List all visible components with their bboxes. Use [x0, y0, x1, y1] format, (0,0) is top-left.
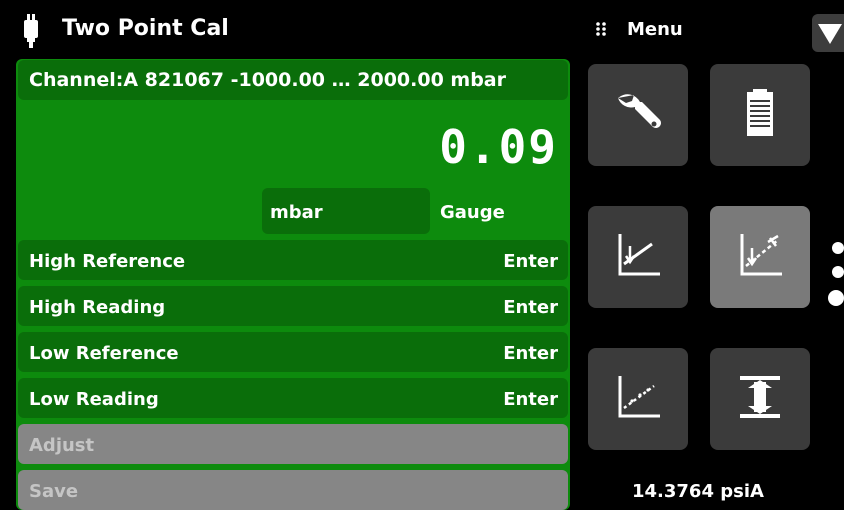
zero-adjust-tile[interactable]: [588, 206, 688, 308]
wrench-icon: [618, 94, 661, 128]
channel-info[interactable]: Channel:A 821067 -1000.00 … 2000.00 mbar: [18, 60, 568, 100]
row-label: High Reading: [29, 297, 166, 318]
low-reference-row[interactable]: Low Reference Enter: [18, 332, 568, 372]
clipboard-icon: [747, 89, 773, 136]
dropdown-button[interactable]: [812, 14, 844, 52]
unit-selector[interactable]: mbar: [262, 188, 430, 234]
row-value: Enter: [503, 343, 558, 364]
two-point-cal-tile[interactable]: [710, 206, 810, 308]
row-value: Enter: [503, 389, 558, 410]
triangle-down-icon: [818, 24, 842, 44]
grip-dots-icon: [596, 22, 606, 36]
page-title: Two Point Cal: [62, 16, 229, 41]
low-reading-row[interactable]: Low Reading Enter: [18, 378, 568, 418]
tools-tile[interactable]: [588, 64, 688, 166]
barometer-reading: 14.3764 psiA: [632, 481, 764, 502]
adjust-button[interactable]: Adjust: [18, 424, 568, 464]
page-dot-1[interactable]: [832, 242, 844, 254]
high-reading-row[interactable]: High Reading Enter: [18, 286, 568, 326]
page-dot-2[interactable]: [832, 266, 844, 278]
measurement-mode[interactable]: Gauge: [440, 202, 505, 223]
zero-adjust-graph-icon: [618, 234, 660, 276]
two-point-cal-graph-icon: [740, 234, 782, 276]
high-reference-row[interactable]: High Reference Enter: [18, 240, 568, 280]
page-dot-3-current[interactable]: [828, 290, 844, 306]
adjust-label: Adjust: [29, 435, 95, 456]
linearity-graph-icon: [618, 376, 660, 418]
menu-button[interactable]: Menu: [627, 19, 683, 40]
title-bar: Two Point Cal: [0, 0, 578, 60]
pressure-reading: 0.09: [439, 120, 558, 174]
range-limits-tile[interactable]: [710, 348, 810, 450]
row-label: Low Reading: [29, 389, 159, 410]
row-value: Enter: [503, 251, 558, 272]
linearity-tile[interactable]: [588, 348, 688, 450]
row-label: High Reference: [29, 251, 186, 272]
save-label: Save: [29, 481, 79, 502]
data-log-tile[interactable]: [710, 64, 810, 166]
row-label: Low Reference: [29, 343, 179, 364]
row-value: Enter: [503, 297, 558, 318]
save-button[interactable]: Save: [18, 470, 568, 510]
range-limits-icon: [740, 376, 780, 418]
device-plug-icon: [24, 14, 38, 48]
